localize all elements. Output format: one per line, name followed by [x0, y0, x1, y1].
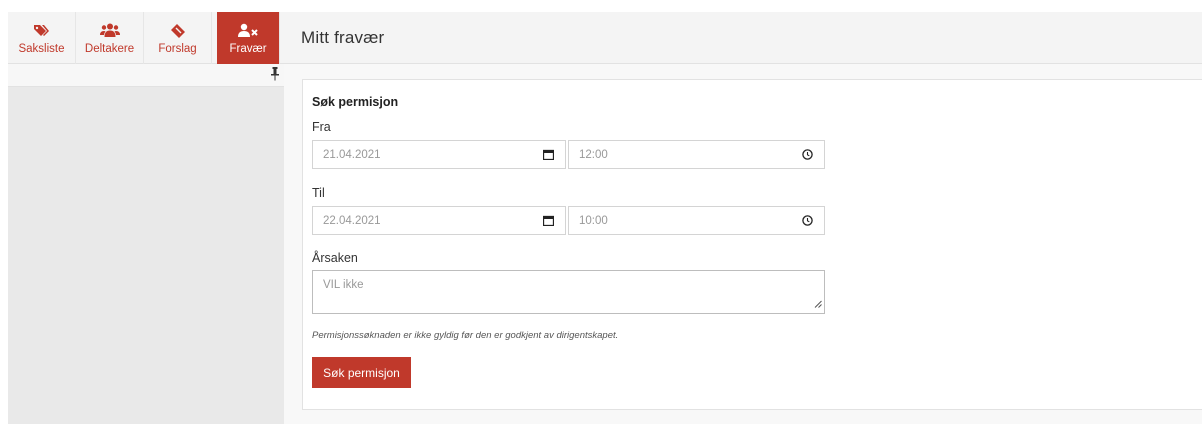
nav-item-label: Forslag: [158, 42, 197, 55]
users-icon: [99, 22, 120, 40]
sidebar-toolbar: [8, 64, 284, 87]
calendar-icon[interactable]: [543, 215, 554, 226]
form-title: Søk permisjon: [312, 95, 399, 109]
clock-icon[interactable]: [802, 215, 813, 226]
permission-form-card: Søk permisjon Fra 21.04.2021 12:00 Til 2…: [302, 79, 1202, 410]
reason-label: Årsaken: [312, 251, 358, 265]
page-header: Mitt fravær: [284, 12, 1202, 64]
nav-item-label: Fravær: [229, 42, 267, 55]
nav-item-fravaer[interactable]: Fravær: [217, 12, 280, 64]
nav-item-forslag[interactable]: Forslag: [144, 12, 212, 64]
user-times-icon: [238, 22, 258, 40]
reason-textarea[interactable]: VIL ikke: [312, 270, 825, 314]
from-date-input[interactable]: 21.04.2021: [312, 140, 566, 169]
calendar-icon[interactable]: [543, 149, 554, 160]
tags-icon: [33, 22, 50, 40]
from-time-input[interactable]: 12:00: [568, 140, 825, 169]
nav-item-deltakere[interactable]: Deltakere: [76, 12, 144, 64]
resize-handle-icon[interactable]: [814, 299, 822, 311]
from-time-value: 12:00: [579, 148, 608, 161]
form-hint: Permisjonssøknaden er ikke gyldig før de…: [312, 330, 619, 341]
page-title: Mitt fravær: [301, 28, 385, 47]
clock-icon[interactable]: [802, 149, 813, 160]
top-nav: Saksliste Deltakere Forslag Fravær: [8, 12, 284, 64]
to-label: Til: [312, 186, 325, 200]
main-content: Søk permisjon Fra 21.04.2021 12:00 Til 2…: [284, 64, 1202, 424]
ticket-icon: [170, 22, 186, 40]
to-date-value: 22.04.2021: [323, 214, 381, 227]
nav-item-saksliste[interactable]: Saksliste: [8, 12, 76, 64]
nav-item-label: Saksliste: [18, 42, 65, 55]
submit-permission-button[interactable]: Søk permisjon: [312, 357, 411, 388]
pin-icon[interactable]: [271, 67, 279, 86]
sidebar-panel: [8, 87, 284, 424]
from-date-value: 21.04.2021: [323, 148, 381, 161]
to-time-input[interactable]: 10:00: [568, 206, 825, 235]
to-time-value: 10:00: [579, 214, 608, 227]
from-label: Fra: [312, 120, 331, 134]
to-date-input[interactable]: 22.04.2021: [312, 206, 566, 235]
app: Saksliste Deltakere Forslag Fravær Mitt: [8, 12, 1202, 424]
reason-value: VIL ikke: [323, 279, 364, 291]
nav-item-label: Deltakere: [84, 42, 135, 55]
